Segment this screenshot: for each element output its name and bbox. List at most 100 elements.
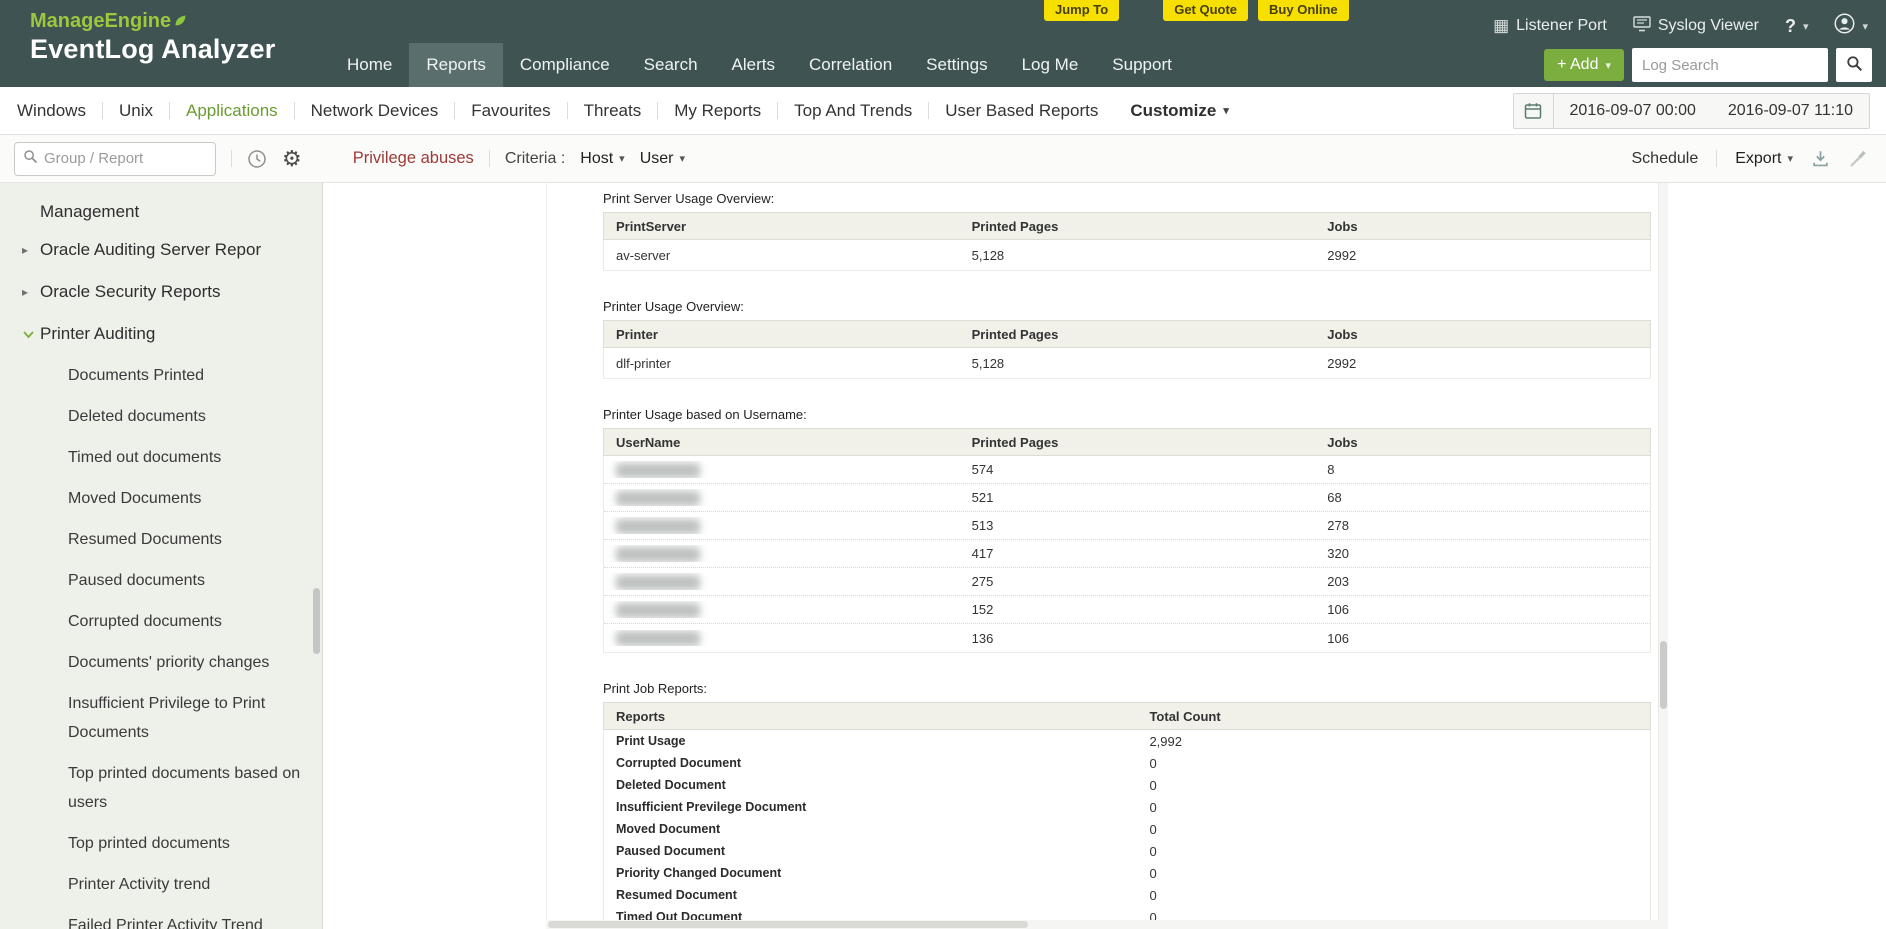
column-header: Printed Pages: [971, 326, 1059, 342]
schedule-button[interactable]: Schedule: [1632, 150, 1699, 168]
download-icon[interactable]: [1811, 149, 1830, 168]
tab-favourites[interactable]: Favourites: [455, 101, 566, 121]
report-scrollbar-thumb[interactable]: [1660, 641, 1667, 709]
nav-log-me[interactable]: Log Me: [1005, 43, 1096, 87]
table-row: av-server 5,128 2992: [604, 240, 1650, 270]
add-button[interactable]: + Add ▾: [1544, 49, 1624, 81]
table-body: dlf-printer 5,128 2992: [603, 348, 1651, 379]
cell-username: [604, 517, 960, 534]
chevron-down-icon: ▾: [1862, 20, 1868, 33]
report-tree-sidebar: Management ▸ Oracle Auditing Server Repo…: [0, 183, 323, 929]
brand-company: ManageEngine: [30, 10, 275, 33]
chevron-down-icon: [22, 328, 40, 341]
column-header: Jobs: [1327, 218, 1358, 234]
cell-jobs: 106: [1327, 630, 1349, 646]
tree-leaf-failed-printer-activity-trend[interactable]: Failed Printer Activity Trend: [68, 905, 306, 929]
date-range-picker[interactable]: 2016-09-07 00:00 2016-09-07 11:10: [1512, 93, 1870, 129]
report-horizontal-scrollbar[interactable]: [546, 920, 1668, 929]
cell-username: [604, 630, 960, 647]
table-row: Moved Document 0: [604, 818, 1650, 840]
nav-home[interactable]: Home: [330, 43, 409, 87]
nav-search[interactable]: Search: [627, 43, 715, 87]
tree-leaf-paused-documents[interactable]: Paused documents: [68, 560, 306, 601]
tree-leaf-insufficient-privilege[interactable]: Insufficient Privilege to Print Document…: [68, 683, 306, 753]
nav-compliance[interactable]: Compliance: [503, 43, 627, 87]
column-header: Printed Pages: [971, 434, 1059, 450]
divider: [1716, 150, 1718, 167]
cell-report-name: Priority Changed Document: [616, 866, 782, 880]
listener-port-label: Listener Port: [1516, 17, 1607, 34]
syslog-viewer-button[interactable]: Syslog Viewer: [1633, 15, 1759, 37]
promo-links: Jump To Get Quote Buy Online: [1044, 0, 1349, 21]
gear-icon[interactable]: ⚙: [282, 147, 302, 170]
tab-threats[interactable]: Threats: [568, 101, 658, 121]
table-row: 136 106: [604, 624, 1650, 652]
tab-my-reports[interactable]: My Reports: [658, 101, 777, 121]
tree-leaf-documents-printed[interactable]: Documents Printed: [68, 355, 306, 396]
column-header: Printer: [616, 326, 658, 342]
tree-leaf-printer-activity-trend[interactable]: Printer Activity trend: [68, 864, 306, 905]
customize-menu[interactable]: Customize ▾: [1114, 101, 1245, 121]
nav-reports[interactable]: Reports: [409, 43, 503, 87]
broom-icon[interactable]: [1848, 149, 1868, 169]
column-header: Reports: [616, 708, 666, 724]
section-print-server-usage: Print Server Usage Overview: PrintServer…: [603, 191, 1651, 271]
log-search-button[interactable]: [1836, 48, 1872, 82]
brand-logo[interactable]: ManageEngine EventLog Analyzer: [30, 10, 275, 65]
tab-user-based-reports[interactable]: User Based Reports: [929, 101, 1114, 121]
host-dropdown-label: Host: [580, 149, 614, 167]
tree-leaf-moved-documents[interactable]: Moved Documents: [68, 478, 306, 519]
tree-leaf-timed-out-documents[interactable]: Timed out documents: [68, 437, 306, 478]
log-search-input[interactable]: [1632, 48, 1828, 82]
cell-jobs: 278: [1327, 518, 1349, 533]
utility-bar: ▦ Listener Port Syslog Viewer ? ▾ ▾: [1493, 13, 1868, 39]
cell-total-count: 2,992: [1149, 733, 1182, 749]
nav-settings[interactable]: Settings: [909, 43, 1004, 87]
account-menu[interactable]: ▾: [1834, 13, 1868, 39]
nav-alerts[interactable]: Alerts: [715, 43, 792, 87]
tree-leaf-priority-changes[interactable]: Documents' priority changes: [68, 642, 306, 683]
cell-jobs: 106: [1327, 602, 1349, 617]
export-dropdown[interactable]: Export ▾: [1735, 150, 1793, 168]
history-icon[interactable]: [247, 149, 267, 169]
sidebar-scrollbar-thumb[interactable]: [313, 588, 320, 654]
tree-node-oracle-auditing[interactable]: ▸ Oracle Auditing Server Repor: [0, 229, 322, 271]
tab-applications[interactable]: Applications: [170, 101, 294, 121]
tree-leaf-corrupted-documents[interactable]: Corrupted documents: [68, 601, 306, 642]
jump-to-link[interactable]: Jump To: [1044, 0, 1120, 21]
tree-node-printer-auditing[interactable]: Printer Auditing: [0, 313, 322, 355]
tree-leaf-resumed-documents[interactable]: Resumed Documents: [68, 519, 306, 560]
report-content: Print Server Usage Overview: PrintServer…: [323, 183, 1886, 929]
report-horizontal-scrollbar-thumb[interactable]: [548, 921, 1028, 928]
nav-correlation[interactable]: Correlation: [792, 43, 909, 87]
help-menu[interactable]: ? ▾: [1785, 16, 1809, 37]
user-dropdown[interactable]: User ▾: [640, 150, 685, 168]
get-quote-link[interactable]: Get Quote: [1163, 0, 1249, 21]
tree-leaf-top-printed-documents[interactable]: Top printed documents: [68, 823, 306, 864]
cell-username: [604, 489, 960, 506]
tree-leaf-deleted-documents[interactable]: Deleted documents: [68, 396, 306, 437]
host-dropdown[interactable]: Host ▾: [580, 150, 624, 168]
nav-support[interactable]: Support: [1095, 43, 1189, 87]
tab-network-devices[interactable]: Network Devices: [295, 101, 455, 121]
table-row: Print Usage 2,992: [604, 730, 1650, 752]
monitor-icon: [1633, 15, 1651, 37]
tab-top-and-trends[interactable]: Top And Trends: [778, 101, 928, 121]
tree-node-oracle-security[interactable]: ▸ Oracle Security Reports: [0, 271, 322, 313]
cell-total-count: 0: [1149, 843, 1157, 859]
calendar-icon: [1514, 94, 1554, 128]
tree-leaf-top-printed-by-users[interactable]: Top printed documents based on users: [68, 753, 306, 823]
group-report-input[interactable]: [44, 150, 215, 167]
listener-port-button[interactable]: ▦ Listener Port: [1493, 16, 1607, 36]
buy-online-link[interactable]: Buy Online: [1258, 0, 1349, 21]
cell-report-name: Insufficient Previlege Document: [616, 800, 807, 814]
tab-windows[interactable]: Windows: [17, 101, 102, 121]
search-icon: [1846, 55, 1863, 75]
tab-unix[interactable]: Unix: [103, 101, 169, 121]
group-report-search[interactable]: [14, 141, 216, 176]
report-scrollbar[interactable]: [1658, 183, 1668, 920]
printer-auditing-children: Documents Printed Deleted documents Time…: [0, 355, 322, 929]
tree-item-management[interactable]: Management: [0, 195, 322, 229]
cell-total-count: 0: [1149, 865, 1157, 881]
cell-total-count: 0: [1149, 755, 1157, 771]
